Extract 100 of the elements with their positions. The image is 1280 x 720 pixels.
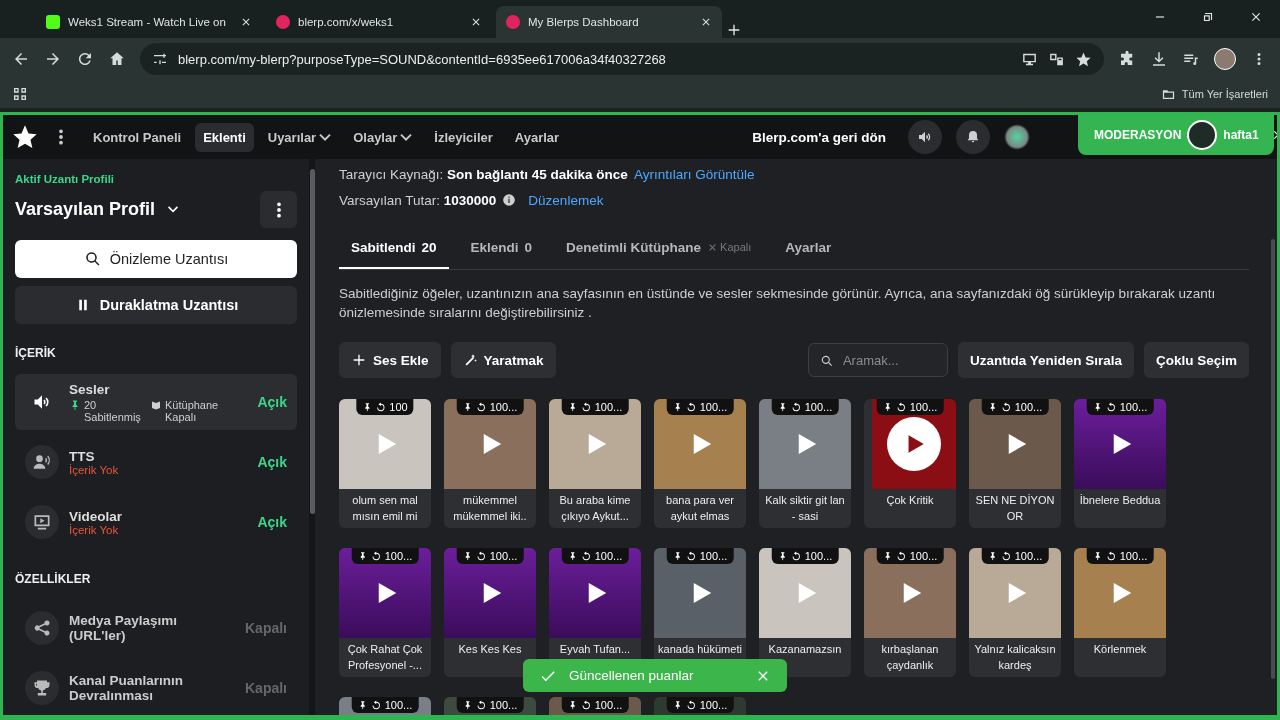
replay-icon xyxy=(580,401,592,413)
play-count-badge: 100... xyxy=(771,399,839,415)
sound-card[interactable]: 100 olum sen mal mısın emil mi xyxy=(339,399,431,528)
share-icon xyxy=(32,618,52,638)
sound-card[interactable]: 100... Yalnız kalicaksın kardeş xyxy=(969,548,1061,677)
sound-card[interactable]: 100... SEN NE DİYON OR xyxy=(969,399,1061,528)
feature-item[interactable]: Kanal Puanlarının Devralınması Kapalı xyxy=(15,660,297,715)
tab[interactable]: Eklendi 0 xyxy=(458,227,545,269)
section-heading: İÇERİK xyxy=(15,346,57,360)
play-count-badge: 100... xyxy=(666,399,734,415)
home-icon[interactable] xyxy=(108,50,126,68)
play-count-badge: 100... xyxy=(981,548,1049,564)
sound-card[interactable]: 100... bana para ver aykut elmas xyxy=(654,399,746,528)
sound-card[interactable]: 100... Körlenmek xyxy=(1074,548,1166,677)
replay-icon xyxy=(1105,550,1117,562)
play-count-badge: 100... xyxy=(876,548,944,564)
all-bookmarks-button[interactable]: Tüm Yer İşaretleri xyxy=(1160,86,1268,102)
notifications-button[interactable] xyxy=(956,120,990,154)
sound-card[interactable]: 100... Çok Kritik xyxy=(864,399,956,528)
replay-icon xyxy=(475,401,487,413)
star-logo-icon[interactable] xyxy=(11,123,39,151)
more-icon xyxy=(276,201,281,218)
avatar-icon[interactable] xyxy=(1004,124,1030,150)
sound-title: mükemmel mükemmel iki.. xyxy=(452,493,528,524)
search-field[interactable]: Aramak... xyxy=(807,343,948,377)
replay-icon xyxy=(1000,550,1012,562)
apps-icon[interactable] xyxy=(12,86,28,102)
sound-title: Kes Kes Kes xyxy=(457,642,523,657)
reorder-button[interactable]: Uzantıda Yeniden Sırala xyxy=(957,342,1134,378)
plus-icon xyxy=(351,352,367,368)
reload-icon[interactable] xyxy=(76,50,94,68)
content-item[interactable]: Sesler 20 Sabitlenmiş Kütüphane Kapalı Açık xyxy=(15,374,297,430)
create-button[interactable]: Yaratmak xyxy=(450,342,556,378)
play-count-badge: 100... xyxy=(456,399,524,415)
play-count-badge: 100... xyxy=(351,697,419,713)
tab[interactable]: Sabitlendi 20 xyxy=(339,227,449,269)
description-text: Sabitlediğiniz öğeler, uzantınızın ana sayfasının en üstünde ve sesler sekmesinde görünür. Ayrıca, ana sayfanızdaki öğ sürükleyip bırakarak uzantı önizlemesinde sıralarını değiştirebilirsiniz . xyxy=(339,285,1217,322)
tab[interactable]: Denetimli Kütüphane Kapalı xyxy=(554,227,764,269)
profile-name[interactable]: Varsayılan Profil xyxy=(15,199,156,220)
person-speaking-icon xyxy=(32,452,52,472)
play-count-badge: 100... xyxy=(456,548,524,564)
play-count-badge: 100... xyxy=(666,697,734,713)
nav-link[interactable]: Ayarlar xyxy=(506,122,568,152)
content-item[interactable]: Videolar İçerik Yok Açık xyxy=(15,494,297,550)
replay-icon xyxy=(580,699,592,711)
back-link[interactable]: Blerp.com'a geri dön xyxy=(752,129,886,145)
replay-icon xyxy=(370,699,382,711)
sound-card[interactable]: 100... kırbaşlanan çaydanlık xyxy=(864,548,956,677)
address-bar[interactable]: blerp.com/my-blerp?purposeType=SOUND&contentId=6935ee617006a34f40327268 xyxy=(140,43,1104,75)
replay-icon xyxy=(685,401,697,413)
play-count-badge: 100... xyxy=(351,548,419,564)
sound-title: Eyvah Tufan... xyxy=(558,642,632,657)
volume-button[interactable] xyxy=(908,120,942,154)
replay-icon xyxy=(1105,401,1117,413)
replay-icon xyxy=(895,401,907,413)
sound-card[interactable]: 100... Kalk siktir git lan - sasi xyxy=(759,399,851,528)
play-count-badge: 100... xyxy=(456,697,524,713)
profile-avatar[interactable] xyxy=(1214,48,1236,70)
feature-item[interactable]: Medya Paylaşımı (URL'ler) Kapalı xyxy=(15,600,297,656)
pause-button[interactable]: Duraklatma Uzantısı xyxy=(15,286,297,324)
sound-card[interactable]: 100... İbnelere Beddua xyxy=(1074,399,1166,528)
nav-link[interactable]: Olaylar xyxy=(345,122,421,152)
sound-card[interactable]: 100... mükemmel mükemmel iki.. xyxy=(444,399,536,528)
details-link[interactable]: Ayrıntıları Görüntüle xyxy=(633,166,755,182)
tab[interactable]: Ayarlar xyxy=(773,227,844,269)
profile-menu-button[interactable] xyxy=(260,191,297,228)
browser-tab[interactable]: blerp.com/x/weks1 xyxy=(266,6,492,38)
bell-icon xyxy=(965,129,981,145)
sound-card[interactable]: 100... Kazanamazsın xyxy=(759,548,851,677)
nav-link[interactable]: Kontrol Paneli xyxy=(85,122,190,152)
browser-tab[interactable]: My Blerps Dashboard xyxy=(496,6,722,38)
play-count-badge: 100... xyxy=(1086,399,1154,415)
edit-link[interactable]: Düzenlemek xyxy=(528,192,604,208)
play-count-badge: 100... xyxy=(1086,548,1154,564)
bookmark-star-icon[interactable] xyxy=(1075,50,1092,68)
play-count-badge: 100... xyxy=(666,548,734,564)
multi-select-button[interactable]: Çoklu Seçim xyxy=(1143,342,1249,378)
play-count-badge: 100... xyxy=(981,399,1049,415)
download-icon[interactable] xyxy=(1150,50,1168,68)
sound-card[interactable]: 100... Çok Rahat Çok Profesyonel -... xyxy=(339,548,431,677)
profile-caption: Aktif Uzantı Profili xyxy=(15,173,116,185)
content-item[interactable]: TTS İçerik Yok Açık xyxy=(15,434,297,490)
replay-icon xyxy=(475,550,487,562)
preview-button[interactable]: Önizleme Uzantısı xyxy=(15,240,297,278)
sound-title: Kalk siktir git lan - sasi xyxy=(764,493,846,524)
browser-tab[interactable]: Weks1 Stream - Watch Live on xyxy=(36,6,262,38)
speaker-icon xyxy=(917,129,933,145)
nav-link[interactable]: Eklenti xyxy=(195,122,254,152)
nav-link[interactable]: Uyarılar xyxy=(259,122,340,152)
forward-icon[interactable] xyxy=(44,50,62,68)
new-tab-icon[interactable] xyxy=(726,22,742,38)
restore-icon[interactable] xyxy=(1201,10,1215,24)
add-sound-button[interactable]: Ses Ekle xyxy=(339,342,441,378)
nav-link[interactable]: İzleyiciler xyxy=(426,122,501,152)
sound-card[interactable]: 100... Kes Kes Kes xyxy=(444,548,536,677)
sound-title: Bu araba kime çıkıyo Aykut... xyxy=(558,493,632,524)
sound-title: bana para ver aykut elmas xyxy=(665,493,735,524)
more-icon[interactable] xyxy=(59,129,63,145)
sound-card[interactable]: 100... Bu araba kime çıkıyo Aykut... xyxy=(549,399,641,528)
search-icon xyxy=(83,250,102,268)
